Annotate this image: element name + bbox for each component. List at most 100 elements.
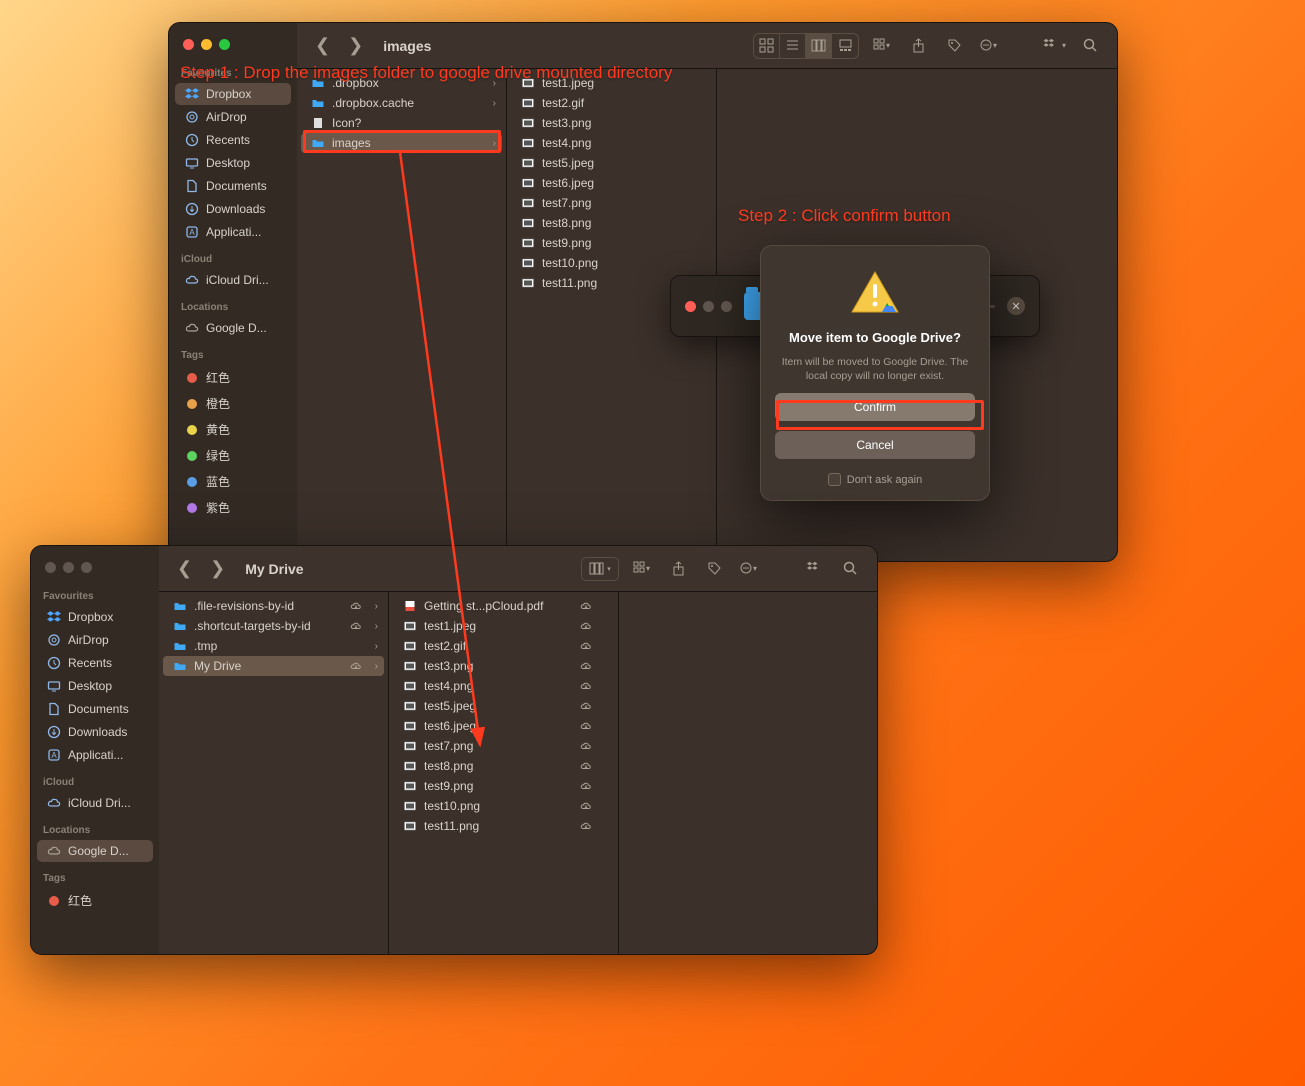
file-row[interactable]: .dropbox.cache› — [301, 93, 502, 113]
share-button[interactable] — [905, 34, 931, 58]
sidebar-item-label: 紫色 — [206, 499, 230, 516]
file-row[interactable]: test6.jpeg — [511, 173, 712, 193]
file-row[interactable]: test2.gif — [511, 93, 712, 113]
file-row[interactable]: test5.jpeg — [511, 153, 712, 173]
column-view-button[interactable] — [806, 34, 832, 58]
gallery-view-button[interactable] — [832, 34, 858, 58]
sidebar-item-downloads[interactable]: Downloads — [175, 198, 291, 220]
documents-icon — [47, 702, 61, 716]
file-row[interactable]: test8.png — [393, 756, 614, 776]
sidebar-item--[interactable]: 红色 — [37, 888, 153, 913]
dropbox-toolbar-icon[interactable]: ▾ — [1041, 34, 1067, 58]
sidebar-item--[interactable]: 绿色 — [175, 443, 291, 468]
search-button[interactable] — [1077, 34, 1103, 58]
icon-view-button[interactable] — [754, 34, 780, 58]
back-button[interactable]: ❮ — [173, 556, 196, 581]
confirm-button[interactable]: Confirm — [775, 393, 975, 421]
file-row[interactable]: test6.jpeg — [393, 716, 614, 736]
sidebar-item-airdrop[interactable]: AirDrop — [37, 629, 153, 651]
svg-text:A: A — [189, 228, 195, 237]
sidebar-item-icloud-dri-[interactable]: iCloud Dri... — [37, 792, 153, 814]
tags-button[interactable] — [941, 34, 967, 58]
file-row[interactable]: test1.jpeg — [393, 616, 614, 636]
folder-icon — [173, 659, 187, 673]
group-button[interactable]: ▾ — [869, 34, 895, 58]
sidebar-item-dropbox[interactable]: Dropbox — [175, 83, 291, 105]
list-view-button[interactable] — [780, 34, 806, 58]
file-row[interactable]: test8.png — [511, 213, 712, 233]
sidebar-item-dropbox[interactable]: Dropbox — [37, 606, 153, 628]
file-row[interactable]: .tmp› — [163, 636, 384, 656]
sidebar-item-recents[interactable]: Recents — [37, 652, 153, 674]
file-row[interactable]: My Drive› — [163, 656, 384, 676]
group-button[interactable]: ▾ — [629, 557, 655, 581]
sidebar-item-documents[interactable]: Documents — [175, 175, 291, 197]
forward-button[interactable]: ❯ — [206, 556, 229, 581]
file-row[interactable]: images› — [301, 133, 502, 153]
forward-button[interactable]: ❯ — [344, 33, 367, 58]
file-row[interactable]: test7.png — [393, 736, 614, 756]
file-row[interactable]: test4.png — [511, 133, 712, 153]
tag-icon — [185, 397, 199, 411]
sidebar-item--[interactable]: 蓝色 — [175, 469, 291, 494]
sidebar-item-label: Desktop — [68, 679, 112, 693]
column-1[interactable]: .file-revisions-by-id›.shortcut-targets-… — [159, 592, 389, 954]
sidebar-item-applicati-[interactable]: AApplicati... — [37, 744, 153, 766]
sidebar-item-icloud-dri-[interactable]: iCloud Dri... — [175, 269, 291, 291]
sidebar-item--[interactable]: 黄色 — [175, 417, 291, 442]
file-row[interactable]: Icon? — [301, 113, 502, 133]
maximize-icon[interactable] — [219, 39, 230, 50]
minimize-icon[interactable] — [63, 562, 74, 573]
file-row[interactable]: test2.gif — [393, 636, 614, 656]
action-button[interactable]: ▾ — [977, 34, 1003, 58]
file-row[interactable]: test1.jpeg — [511, 73, 712, 93]
sidebar-item--[interactable]: 紫色 — [175, 495, 291, 520]
column-3[interactable] — [619, 592, 877, 954]
sidebar-item-google-d-[interactable]: Google D... — [37, 840, 153, 862]
img-icon — [521, 96, 535, 110]
close-icon[interactable] — [685, 301, 696, 312]
action-button[interactable]: ▾ — [737, 557, 763, 581]
file-row[interactable]: test11.png — [393, 816, 614, 836]
sidebar-item--[interactable]: 红色 — [175, 365, 291, 390]
sidebar-item-documents[interactable]: Documents — [37, 698, 153, 720]
file-row[interactable]: Getting st...pCloud.pdf — [393, 596, 614, 616]
sidebar-item--[interactable]: 橙色 — [175, 391, 291, 416]
sidebar-item-google-d-[interactable]: Google D... — [175, 317, 291, 339]
close-icon[interactable] — [45, 562, 56, 573]
column-2[interactable]: Getting st...pCloud.pdf test1.jpegtest2.g… — [389, 592, 619, 954]
sidebar-item-desktop[interactable]: Desktop — [175, 152, 291, 174]
dropbox-toolbar-icon[interactable] — [801, 557, 827, 581]
tag-icon — [185, 423, 199, 437]
sidebar-item-downloads[interactable]: Downloads — [37, 721, 153, 743]
back-button[interactable]: ❮ — [311, 33, 334, 58]
file-row[interactable]: test3.png — [393, 656, 614, 676]
sidebar-item-recents[interactable]: Recents — [175, 129, 291, 151]
file-row[interactable]: .dropbox› — [301, 73, 502, 93]
file-row[interactable]: test10.png — [393, 796, 614, 816]
sidebar-item-airdrop[interactable]: AirDrop — [175, 106, 291, 128]
dont-ask-checkbox[interactable]: Don't ask again — [828, 473, 922, 486]
file-name: Getting st...pCloud.pdf — [424, 599, 543, 613]
sidebar-item-applicati-[interactable]: AApplicati... — [175, 221, 291, 243]
file-row[interactable]: test7.png — [511, 193, 712, 213]
file-row[interactable]: test4.png — [393, 676, 614, 696]
cancel-button[interactable]: Cancel — [775, 431, 975, 459]
file-row[interactable]: test3.png — [511, 113, 712, 133]
search-button[interactable] — [837, 557, 863, 581]
sidebar-item-desktop[interactable]: Desktop — [37, 675, 153, 697]
file-row[interactable]: .shortcut-targets-by-id› — [163, 616, 384, 636]
column-1[interactable]: .dropbox›.dropbox.cache›Icon?images› — [297, 69, 507, 561]
tags-button[interactable] — [701, 557, 727, 581]
file-row[interactable]: test9.png — [393, 776, 614, 796]
share-button[interactable] — [665, 557, 691, 581]
close-icon[interactable] — [183, 39, 194, 50]
minimize-icon[interactable] — [201, 39, 212, 50]
file-row[interactable]: test5.jpeg — [393, 696, 614, 716]
cancel-copy-button[interactable]: ✕ — [1007, 297, 1025, 315]
file-row[interactable]: test10.png — [511, 253, 712, 273]
column-view-button[interactable]: ▾ — [581, 557, 619, 581]
file-row[interactable]: .file-revisions-by-id› — [163, 596, 384, 616]
maximize-icon[interactable] — [81, 562, 92, 573]
file-row[interactable]: test9.png — [511, 233, 712, 253]
